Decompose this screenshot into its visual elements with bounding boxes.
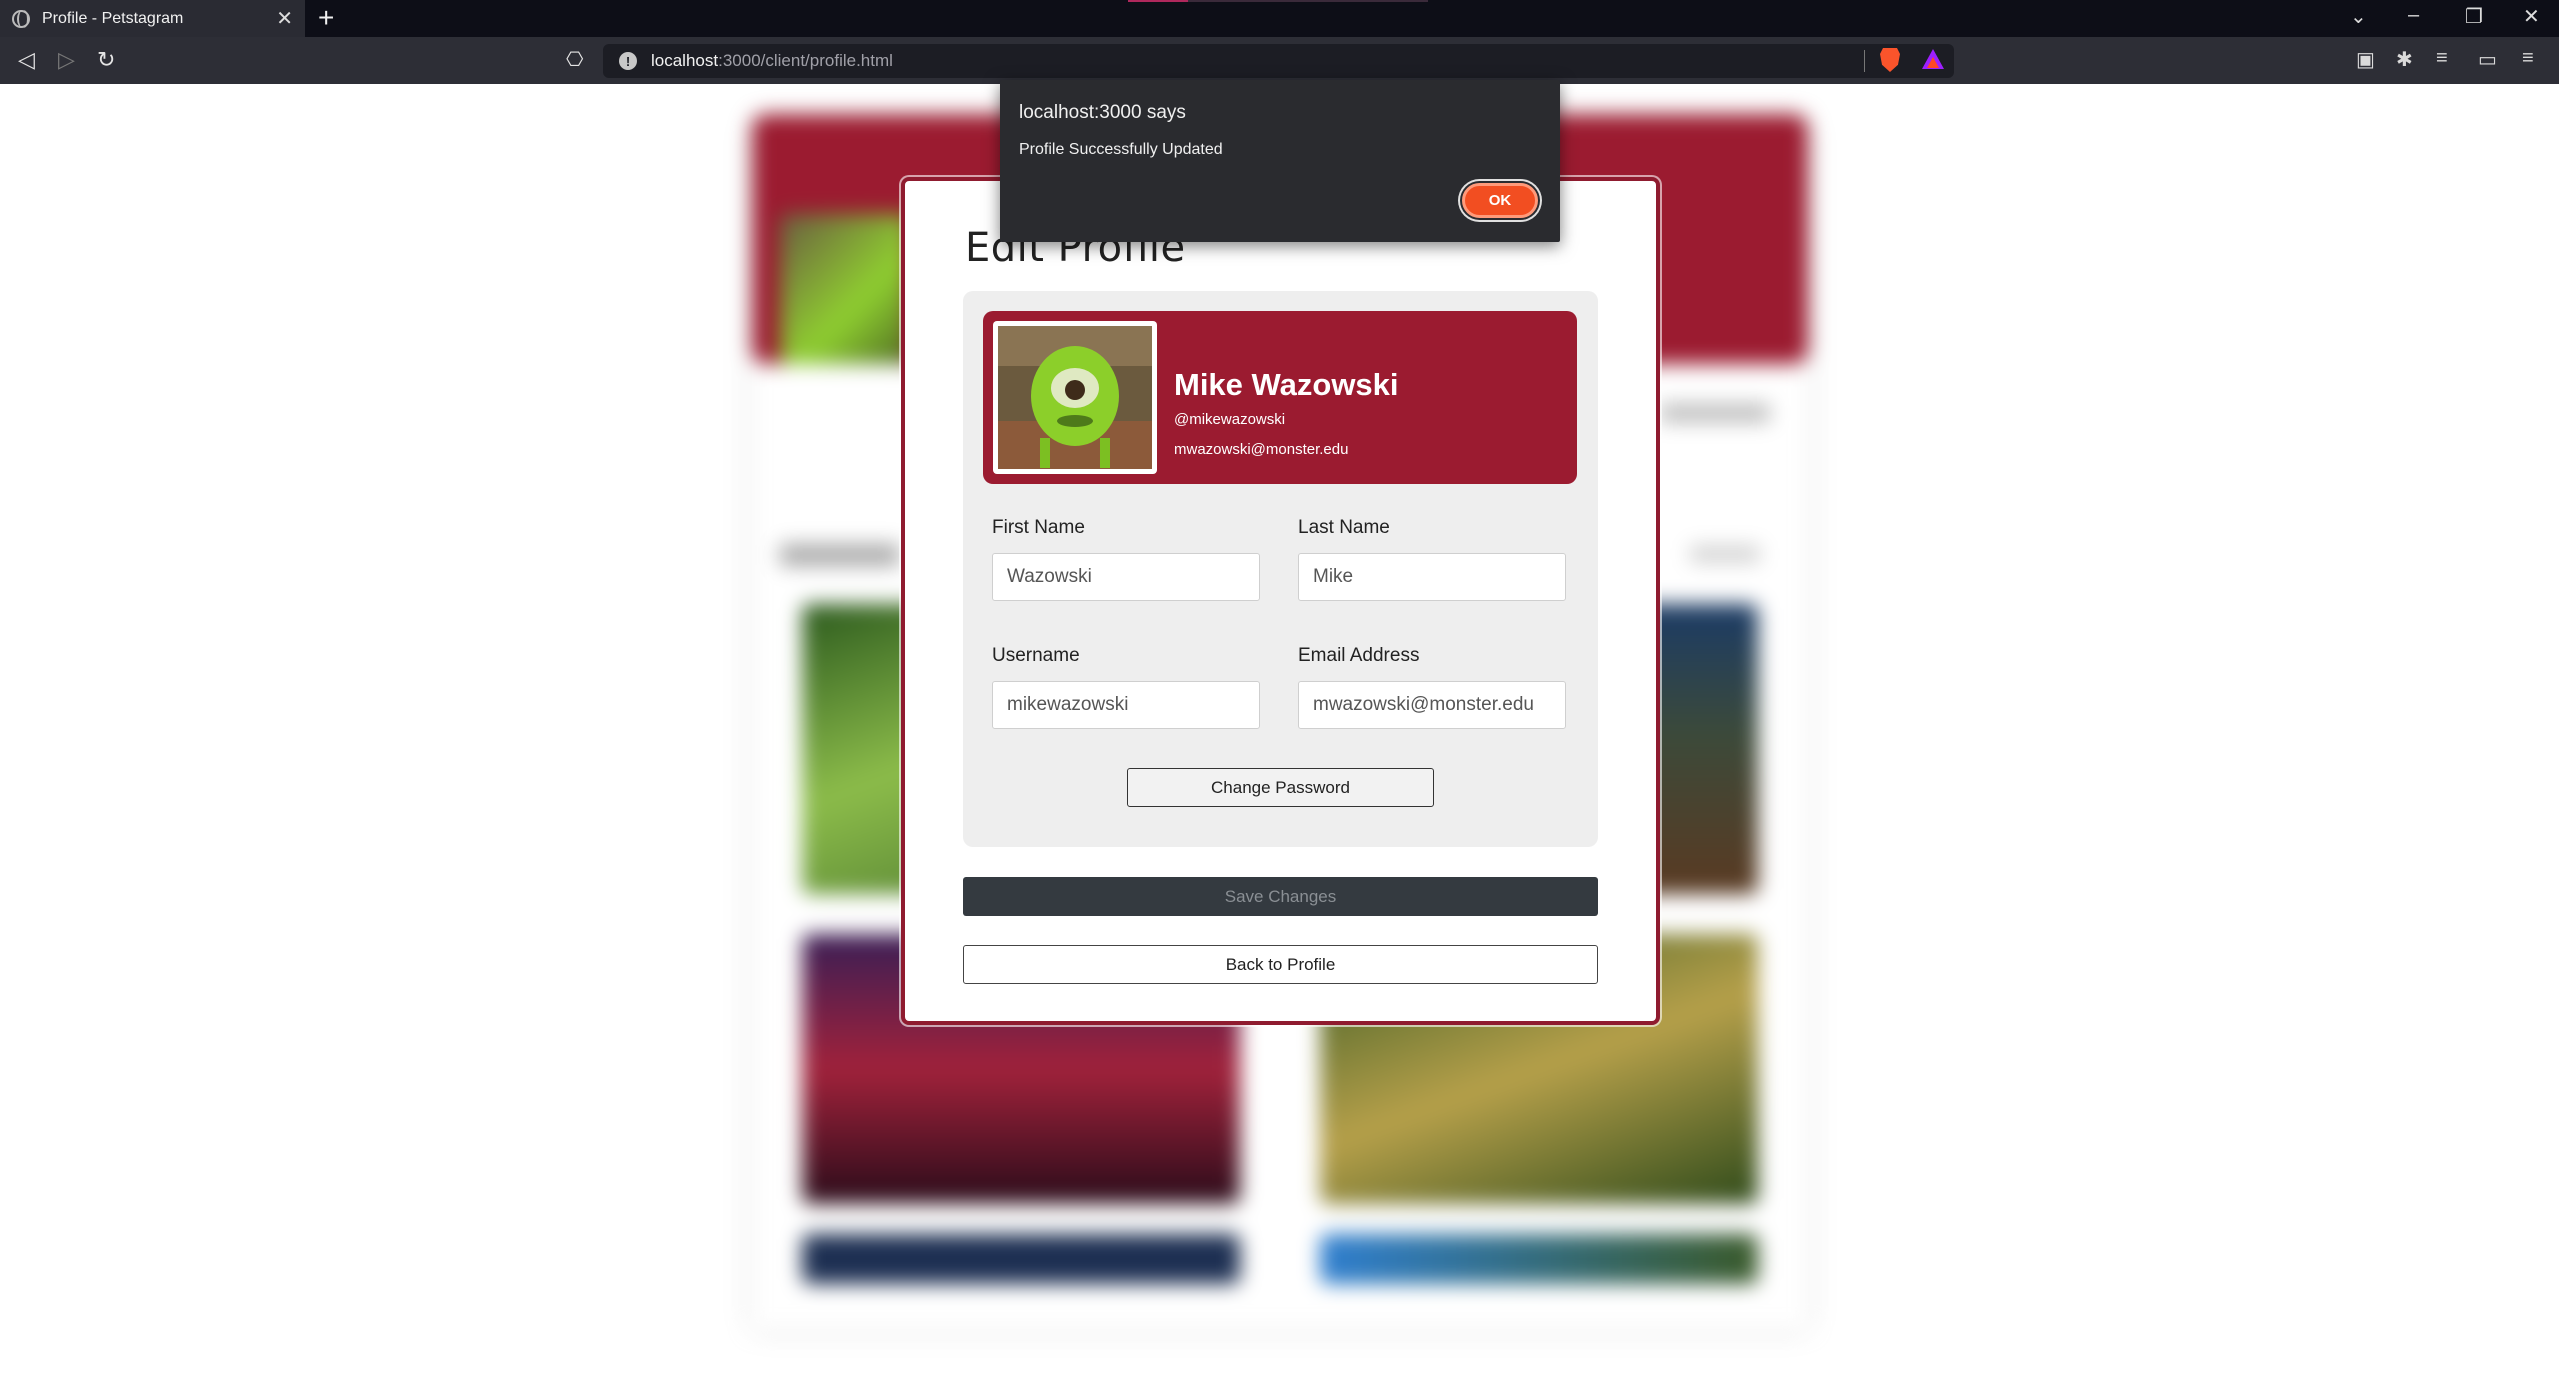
address-bar-divider [1864, 50, 1865, 72]
email-label: Email Address [1298, 645, 1420, 666]
window-close-icon[interactable]: ✕ [2523, 4, 2540, 29]
tab-title: Profile - Petstagram [42, 9, 184, 27]
change-password-button[interactable]: Change Password [1127, 768, 1434, 807]
extension-icon[interactable]: ▣ [2356, 47, 2375, 72]
tab-close-icon[interactable]: ✕ [276, 6, 293, 31]
wallet-icon[interactable]: ▭ [2478, 47, 2497, 72]
background-link [1690, 546, 1760, 562]
tab-strip-accent [1128, 0, 1428, 2]
background-stat [1660, 404, 1770, 422]
avatar-image [998, 326, 1152, 469]
last-name-label: Last Name [1298, 517, 1390, 538]
site-info-icon[interactable]: ! [619, 52, 637, 70]
background-post-image [802, 1234, 1240, 1284]
profile-handle: @mikewazowski [1174, 411, 1286, 428]
ok-button[interactable]: OK [1462, 183, 1538, 218]
username-field[interactable] [992, 681, 1260, 729]
profile-preview-card: Mike Wazowski @mikewazowski mwazowski@mo… [983, 311, 1577, 484]
tab-list-dropdown-icon[interactable]: ⌄ [2350, 4, 2367, 29]
menu-icon[interactable]: ≡ [2522, 47, 2534, 70]
alert-title: localhost:3000 says [1019, 102, 1186, 123]
profile-email: mwazowski@monster.edu [1174, 441, 1349, 458]
last-name-field[interactable] [1298, 553, 1566, 601]
bookmark-icon[interactable]: ⎔ [566, 47, 583, 72]
save-changes-button[interactable]: Save Changes [963, 877, 1598, 916]
playlist-icon[interactable]: ≡ [2436, 47, 2448, 70]
puzzle-icon[interactable]: ✱ [2396, 47, 2413, 72]
background-avatar [780, 214, 910, 364]
back-icon[interactable]: ◁ [18, 47, 35, 73]
first-name-label: First Name [992, 517, 1085, 538]
new-tab-icon[interactable]: + [318, 2, 334, 34]
back-to-profile-button[interactable]: Back to Profile [963, 945, 1598, 984]
avatar [993, 321, 1157, 474]
first-name-field[interactable] [992, 553, 1260, 601]
edit-profile-panel: Mike Wazowski @mikewazowski mwazowski@mo… [963, 291, 1598, 847]
username-label: Username [992, 645, 1080, 666]
email-field[interactable] [1298, 681, 1566, 729]
reload-icon[interactable]: ↻ [97, 47, 115, 73]
alert-dialog: localhost:3000 says Profile Successfully… [1000, 80, 1560, 242]
browser-tab-bar: Profile - Petstagram ✕ + ⌄ – ❐ ✕ [0, 0, 2559, 37]
minimize-icon[interactable]: – [2408, 4, 2419, 27]
brave-rewards-icon[interactable] [1922, 49, 1944, 69]
url-host: localhost [651, 51, 719, 70]
background-post-image [1320, 1234, 1758, 1284]
edit-profile-modal: Edit Profile Mike Wazowski @mikewazowski… [901, 177, 1660, 1025]
url-path: :3000/client/profile.html [718, 51, 893, 70]
profile-name: Mike Wazowski [1174, 367, 1399, 402]
forward-icon[interactable]: ▷ [58, 47, 75, 73]
address-bar[interactable]: ! localhost :3000/client/profile.html [603, 44, 1954, 78]
background-heading [780, 544, 900, 566]
alert-message: Profile Successfully Updated [1019, 141, 1223, 158]
browser-toolbar: ◁ ▷ ↻ ⎔ ! localhost :3000/client/profile… [0, 37, 2559, 84]
browser-tab[interactable]: Profile - Petstagram ✕ [0, 0, 305, 37]
globe-icon [12, 9, 30, 28]
restore-icon[interactable]: ❐ [2465, 4, 2483, 29]
